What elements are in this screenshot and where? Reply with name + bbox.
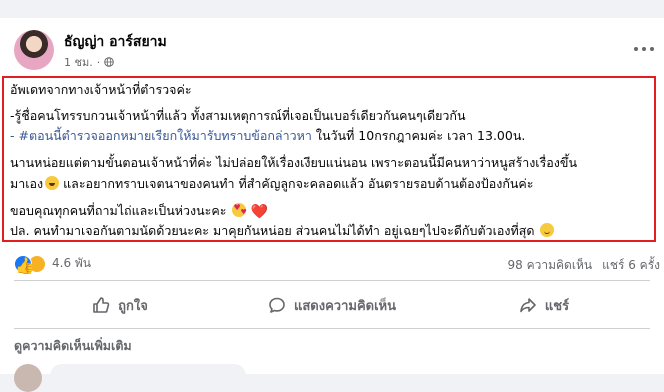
more-options-icon[interactable] [634, 42, 654, 56]
smiling-emoji-icon [540, 223, 555, 237]
reaction-summary[interactable]: 4.6 พัน [14, 254, 91, 273]
author-name[interactable]: ธัญญ่า อาร์สยาม [64, 31, 167, 53]
engagement-counts: 98 ความคิดเห็น แชร์ 6 ครั้ง [508, 256, 660, 275]
author-avatar[interactable] [14, 30, 54, 70]
post-line-5: มาเอง และอยากทราบเจตนาของคนทำ ที่สำคัญลู… [10, 176, 534, 191]
divider [14, 328, 650, 329]
share-button[interactable]: แชร์ [438, 286, 650, 324]
view-more-comments-link[interactable]: ดูความคิดเห็นเพิ่มเติม [14, 336, 132, 356]
post-time[interactable]: 1 ชม. [64, 53, 93, 71]
reaction-count: 4.6 พัน [52, 256, 92, 270]
comment-button[interactable]: แสดงความคิดเห็น [226, 286, 438, 324]
like-reaction-icon [14, 254, 32, 273]
smiling-hearts-emoji-icon [232, 200, 247, 220]
share-count[interactable]: แชร์ 6 ครั้ง [602, 256, 660, 275]
laughing-emoji-icon [45, 176, 60, 190]
post-content-highlight: อัพเดทจากทางเจ้าหน้าที่ตำรวจค่ะ -รู้ชื่อ… [2, 76, 656, 242]
like-button[interactable]: ถูกใจ [14, 286, 226, 324]
post-line-7: ปล. คนทำมาเจอกันตามนัดด้วยนะคะ มาคุยกันห… [10, 223, 555, 239]
hashtag-link[interactable]: #ตอนนี้ตำรวจออกหมายเรียกให้มารับทราบข้อก… [18, 128, 311, 143]
globe-icon [104, 57, 115, 67]
post-actions: ถูกใจ แสดงความคิดเห็น แชร์ [14, 286, 650, 324]
comment-bubble [50, 364, 246, 388]
divider [14, 280, 650, 281]
post-line-4: นานหน่อยแต่ตามขั้นตอนเจ้าหน้าที่ค่ะ ไม่ป… [10, 155, 577, 170]
post-card: ธัญญ่า อาร์สยาม 1 ชม. · อัพเดทจากทางเจ้า… [0, 18, 664, 392]
commenter-avatar[interactable] [14, 364, 42, 392]
post-line-2: -รู้ชื่อคนโทรรบกวนเจ้าหน้าที่แล้ว ทั้งสา… [10, 108, 466, 123]
heart-emoji-icon: ❤️ [250, 204, 268, 220]
post-line-1: อัพเดทจากทางเจ้าหน้าที่ตำรวจค่ะ [10, 82, 192, 97]
comment-icon [269, 297, 285, 313]
comment-count[interactable]: 98 ความคิดเห็น [508, 256, 593, 275]
share-icon [520, 298, 536, 313]
post-line-6: ขอบคุณทุกคนที่ถามไถ่และเป็นห่วงนะคะ ❤️ [10, 200, 268, 220]
post-meta: 1 ชม. · [64, 53, 115, 71]
thumbs-up-icon [93, 297, 110, 313]
post-line-3: - #ตอนนี้ตำรวจออกหมายเรียกให้มารับทราบข้… [10, 128, 526, 143]
